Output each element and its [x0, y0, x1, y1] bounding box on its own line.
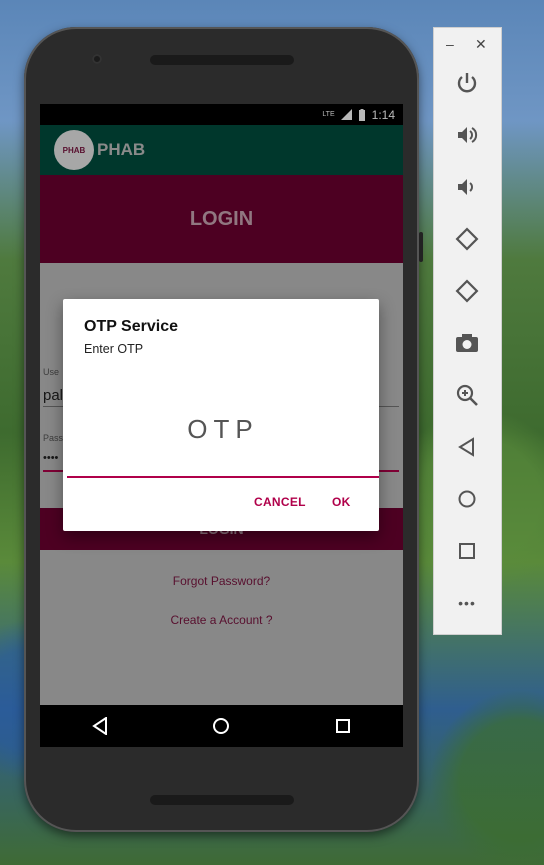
- otp-dialog: OTP Service Enter OTP CANCEL OK: [63, 299, 379, 531]
- camera-icon[interactable]: [450, 326, 484, 360]
- emulator-toolbar: – ✕ •••: [433, 27, 502, 635]
- dialog-message: Enter OTP: [84, 342, 144, 356]
- rotate-right-icon[interactable]: [450, 274, 484, 308]
- cancel-button[interactable]: CANCEL: [254, 495, 306, 509]
- power-icon[interactable]: [450, 66, 484, 100]
- side-button: [419, 232, 423, 262]
- rotate-left-icon[interactable]: [450, 222, 484, 256]
- volume-up-icon[interactable]: [450, 118, 484, 152]
- dialog-title: OTP Service: [84, 318, 178, 335]
- back-icon[interactable]: [450, 430, 484, 464]
- bottom-speaker: [150, 795, 294, 805]
- nav-home-icon[interactable]: [212, 717, 230, 735]
- top-speaker: [150, 55, 294, 65]
- minimize-button[interactable]: –: [446, 36, 454, 52]
- home-icon[interactable]: [450, 482, 484, 516]
- zoom-icon[interactable]: [450, 378, 484, 412]
- close-button[interactable]: ✕: [475, 36, 487, 53]
- volume-down-icon[interactable]: [450, 170, 484, 204]
- nav-bar: [40, 705, 403, 747]
- nav-overview-icon[interactable]: [335, 718, 351, 734]
- front-camera: [92, 54, 102, 64]
- ok-button[interactable]: OK: [332, 495, 351, 509]
- more-icon[interactable]: •••: [450, 586, 484, 620]
- nav-back-icon[interactable]: [92, 717, 108, 735]
- otp-input[interactable]: [67, 382, 379, 478]
- overview-icon[interactable]: [450, 534, 484, 568]
